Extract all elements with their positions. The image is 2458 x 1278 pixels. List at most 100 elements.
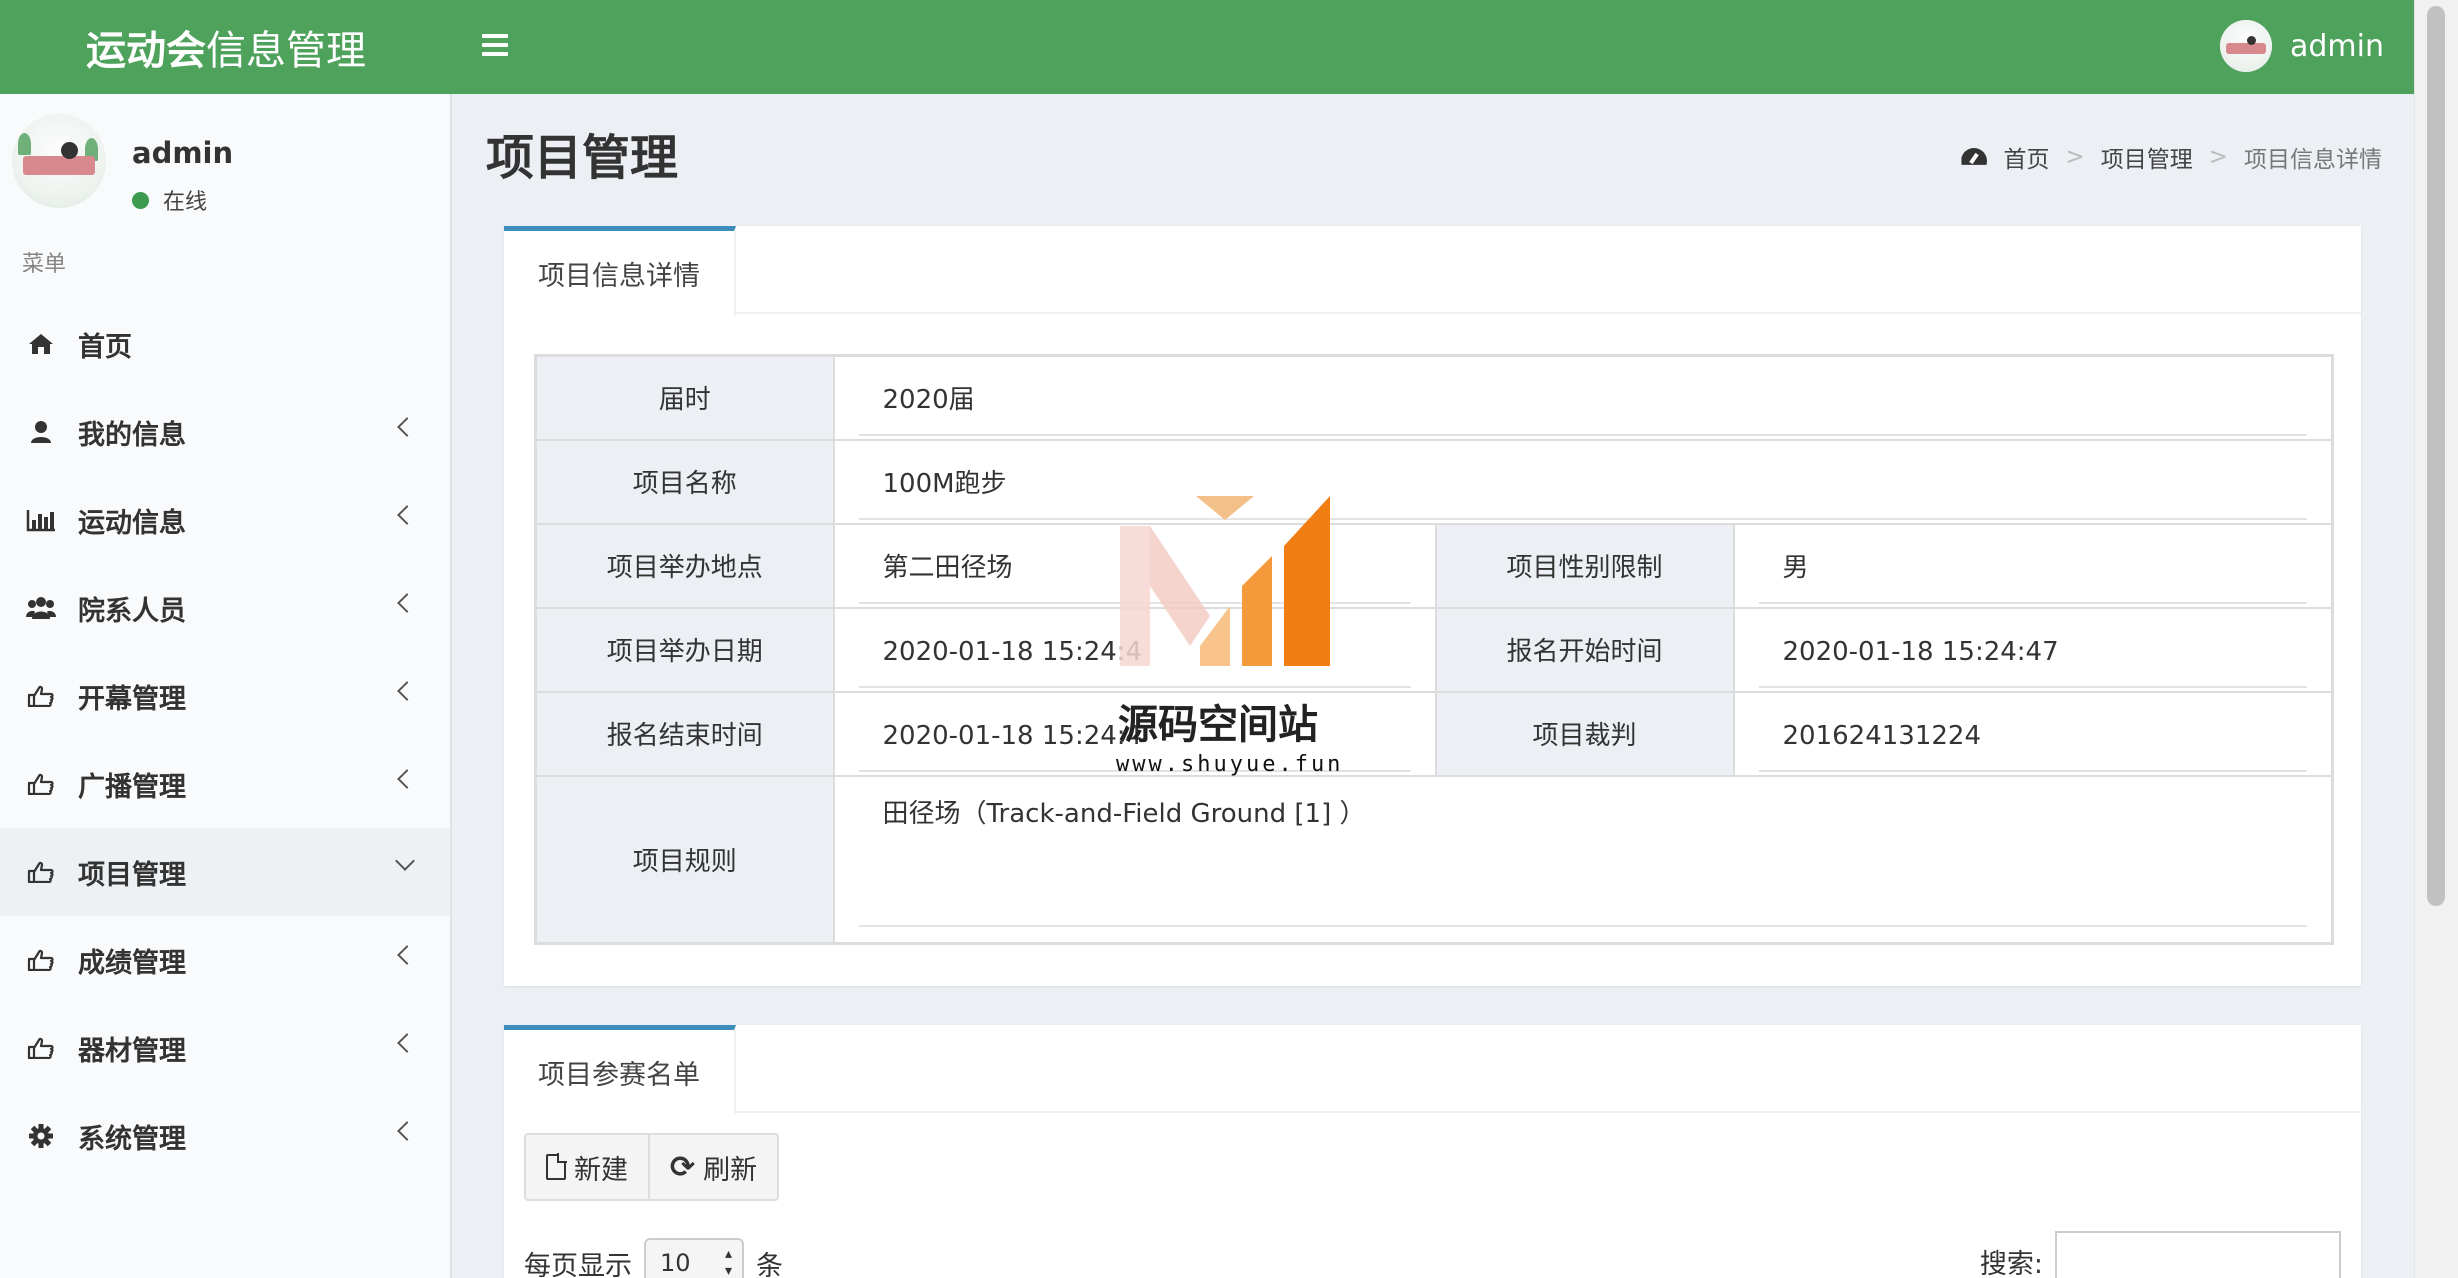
sidebar-item-label: 器材管理 [78, 1035, 186, 1067]
sidebar-item-opening[interactable]: 开幕管理 [0, 652, 450, 740]
rules-label: 项目规则 [534, 774, 835, 945]
users-icon [26, 596, 56, 620]
tab-bar: 项目信息详情 [504, 226, 2361, 316]
watermark-url: www.shuyue.fun [1116, 752, 1344, 777]
tab-project-detail[interactable]: 项目信息详情 [504, 226, 736, 316]
top-username: admin [2290, 28, 2384, 64]
sidebar-item-label: 成绩管理 [78, 947, 186, 979]
hand-point-icon [26, 1037, 56, 1059]
refresh-button[interactable]: ⟳ 刷新 [648, 1135, 777, 1199]
project-detail-box: 项目信息详情 届时 2020届 项目名称 100M跑步 项目举办地点 第二田径场… [504, 226, 2361, 986]
project-detail-table: 届时 2020届 项目名称 100M跑步 项目举办地点 第二田径场 项目性别限制… [534, 354, 2334, 945]
toolbar: 新建 ⟳ 刷新 [524, 1133, 780, 1201]
page-length-control: 每页显示 10 条 [524, 1238, 783, 1278]
chevron-left-icon [397, 681, 417, 701]
status-dot-icon [132, 191, 149, 209]
avatar [12, 114, 106, 208]
user-menu[interactable]: admin [2220, 16, 2384, 76]
sidebar-item-label: 院系人员 [78, 595, 186, 627]
sidebar-item-project-management[interactable]: 项目管理 [0, 828, 450, 916]
session-label: 届时 [534, 354, 835, 441]
status-text: 在线 [163, 190, 208, 215]
sidebar: admin 在线 菜单 首页 我的信息 运动信息 院系人员 开幕管理 广播管理 … [0, 94, 452, 1278]
chevron-left-icon [397, 593, 417, 613]
user-panel: admin 在线 [12, 114, 442, 216]
gear-icon [26, 1123, 56, 1149]
breadcrumb: 首页 > 项目管理 > 项目信息详情 [1961, 140, 2382, 174]
sidebar-item-broadcast[interactable]: 广播管理 [0, 740, 450, 828]
breadcrumb-current: 项目信息详情 [2244, 147, 2382, 173]
chevron-left-icon [397, 945, 417, 965]
participants-box: 项目参赛名单 新建 ⟳ 刷新 每页显示 10 条 搜索: [504, 1025, 2361, 1278]
brand-bold: 运动会 [86, 28, 206, 74]
menu-header: 菜单 [22, 252, 67, 277]
page-length-select[interactable]: 10 [644, 1238, 744, 1278]
search-label: 搜索: [1979, 1248, 2043, 1278]
chevron-down-icon [395, 851, 415, 871]
session-value: 2020届 [858, 364, 2307, 436]
sidebar-item-label: 运动信息 [78, 507, 186, 539]
table-row: 项目举办地点 第二田径场 项目性别限制 男 [534, 522, 2334, 609]
brand-rest: 信息管理 [206, 28, 366, 74]
sidebar-item-home[interactable]: 首页 [0, 300, 450, 388]
new-button[interactable]: 新建 [526, 1135, 648, 1199]
watermark-title: 源码空间站 [1118, 702, 1318, 748]
table-row: 届时 2020届 [534, 354, 2334, 441]
rules-value: 田径场（Track-and-Field Ground [1] ） [858, 777, 2307, 927]
table-row: 项目规则 田径场（Track-and-Field Ground [1] ） [534, 774, 2334, 945]
sidebar-item-label: 项目管理 [78, 859, 186, 891]
dashboard-icon [1961, 148, 1987, 166]
gender-limit-value: 男 [1758, 532, 2307, 604]
watermark-logo-icon [1120, 496, 1330, 666]
app-brand[interactable]: 运动会 信息管理 [0, 0, 452, 94]
new-button-label: 新建 [574, 1154, 628, 1186]
file-icon [546, 1153, 567, 1180]
hand-point-icon [26, 685, 56, 707]
home-icon [26, 332, 56, 356]
chevron-left-icon [397, 1121, 417, 1141]
referee-label: 项目裁判 [1434, 690, 1735, 777]
tab-participants[interactable]: 项目参赛名单 [504, 1025, 736, 1115]
registration-end-label: 报名结束时间 [534, 690, 835, 777]
table-row: 项目举办日期 2020-01-18 15:24:4 报名开始时间 2020-01… [534, 606, 2334, 693]
project-name-label: 项目名称 [534, 438, 835, 525]
page-scrollbar[interactable] [2414, 0, 2458, 1278]
sidebar-menu: 首页 我的信息 运动信息 院系人员 开幕管理 广播管理 项目管理 成绩管理 器材… [0, 300, 450, 1180]
project-name-value: 100M跑步 [858, 448, 2307, 520]
event-date-label: 项目举办日期 [534, 606, 835, 693]
top-navbar: 运动会 信息管理 admin [0, 0, 2414, 94]
refresh-icon: ⟳ [670, 1149, 696, 1185]
hand-point-icon [26, 861, 56, 883]
per-page-suffix: 条 [756, 1250, 783, 1278]
sidebar-item-sports-info[interactable]: 运动信息 [0, 476, 450, 564]
breadcrumb-separator: > [2208, 144, 2228, 170]
scrollbar-thumb[interactable] [2427, 6, 2445, 906]
sidebar-item-my-info[interactable]: 我的信息 [0, 388, 450, 476]
registration-start-label: 报名开始时间 [1434, 606, 1735, 693]
online-status: 在线 [132, 184, 207, 216]
refresh-button-label: 刷新 [703, 1154, 758, 1186]
breadcrumb-separator: > [2065, 144, 2085, 170]
hand-point-icon [26, 773, 56, 795]
per-page-prefix: 每页显示 [524, 1250, 632, 1278]
sidebar-toggle-icon[interactable] [470, 26, 520, 66]
referee-value: 201624131224 [1758, 700, 2307, 772]
tab-bar: 项目参赛名单 [504, 1025, 2361, 1115]
breadcrumb-home[interactable]: 首页 [2003, 140, 2049, 174]
search-control: 搜索: [1980, 1231, 2341, 1278]
sidebar-item-label: 我的信息 [78, 419, 186, 451]
chevron-left-icon [397, 417, 417, 437]
sidebar-item-scores[interactable]: 成绩管理 [0, 916, 450, 1004]
sidebar-username: admin [132, 136, 234, 170]
sidebar-item-label: 开幕管理 [78, 683, 186, 715]
table-row: 报名结束时间 2020-01-18 15:24:4 项目裁判 201624131… [534, 690, 2334, 777]
gender-limit-label: 项目性别限制 [1434, 522, 1735, 609]
breadcrumb-project-management[interactable]: 项目管理 [2101, 140, 2193, 174]
sidebar-item-system[interactable]: 系统管理 [0, 1092, 450, 1180]
sidebar-item-department-staff[interactable]: 院系人员 [0, 564, 450, 652]
sidebar-item-equipment[interactable]: 器材管理 [0, 1004, 450, 1092]
user-icon [26, 420, 56, 444]
bar-chart-icon [26, 508, 56, 532]
sidebar-item-label: 系统管理 [78, 1123, 186, 1155]
search-input[interactable] [2055, 1231, 2341, 1278]
